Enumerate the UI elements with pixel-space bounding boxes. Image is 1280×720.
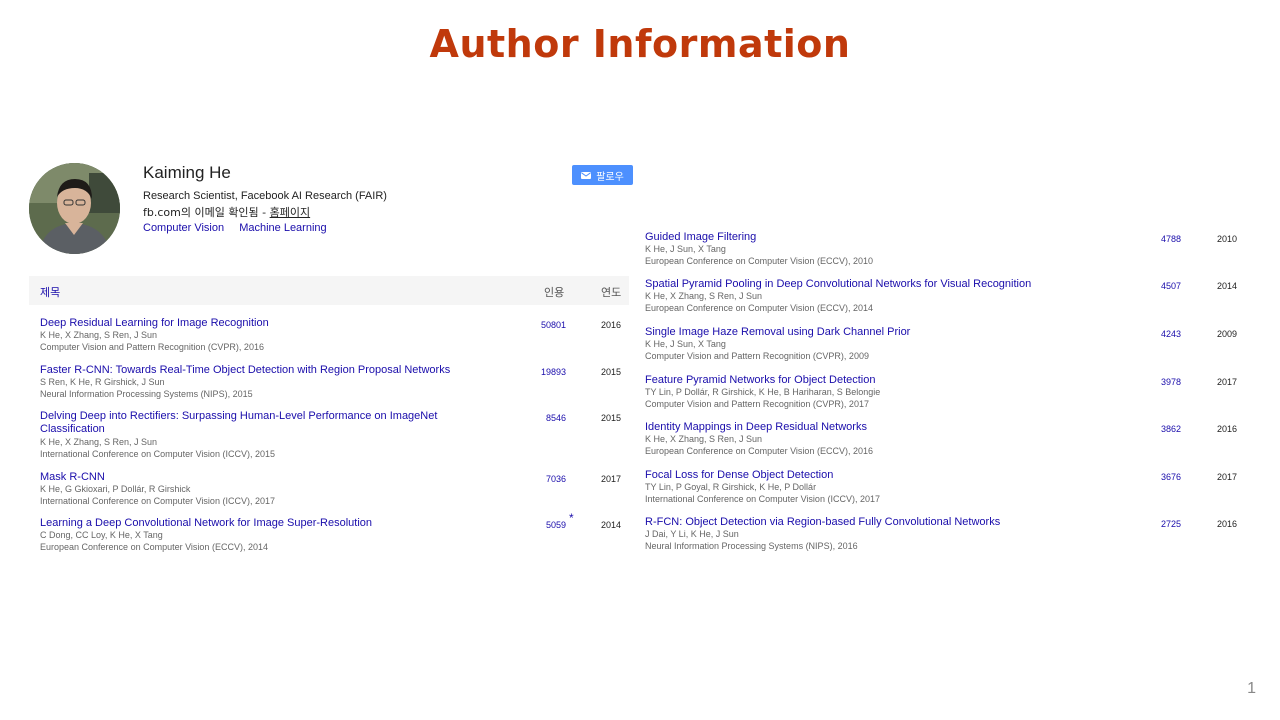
follow-button[interactable]: 팔로우 xyxy=(572,165,633,185)
publication-venue: European Conference on Computer Vision (… xyxy=(645,446,873,456)
publication-row: Learning a Deep Convolutional Network fo… xyxy=(40,511,622,557)
publication-title[interactable]: Mask R-CNN xyxy=(40,471,500,484)
interest-link-computer-vision[interactable]: Computer Vision xyxy=(143,222,224,234)
publication-row: Spatial Pyramid Pooling in Deep Convolut… xyxy=(645,278,1245,318)
publication-authors: J Dai, Y Li, K He, J Sun xyxy=(645,529,739,539)
publication-venue: European Conference on Computer Vision (… xyxy=(40,542,268,552)
slide-title: Author Information xyxy=(429,22,851,66)
publication-venue: European Conference on Computer Vision (… xyxy=(645,256,873,266)
publication-year: 2017 xyxy=(1217,472,1238,482)
publication-title[interactable]: Spatial Pyramid Pooling in Deep Convolut… xyxy=(645,278,1115,291)
publication-venue: Neural Information Processing Systems (N… xyxy=(645,541,858,551)
publication-cited-by[interactable]: 3862 xyxy=(1155,424,1181,434)
publication-authors: TY Lin, P Goyal, R Girshick, K He, P Dol… xyxy=(645,482,817,492)
publication-cited-by[interactable]: 7036 xyxy=(540,474,566,484)
author-photo-icon xyxy=(29,163,120,254)
column-header-cited-by[interactable]: 인용 xyxy=(544,284,564,300)
publication-authors: K He, X Zhang, S Ren, J Sun xyxy=(645,434,763,444)
publication-cited-by[interactable]: 4788 xyxy=(1155,234,1181,244)
publication-venue: International Conference on Computer Vis… xyxy=(40,496,275,506)
publication-year: 2017 xyxy=(1217,377,1238,387)
publication-title[interactable]: Identity Mappings in Deep Residual Netwo… xyxy=(645,421,1115,434)
publication-authors: K He, X Zhang, S Ren, J Sun xyxy=(40,330,158,340)
publication-authors: S Ren, K He, R Girshick, J Sun xyxy=(40,377,165,387)
publication-title[interactable]: R-FCN: Object Detection via Region-based… xyxy=(645,516,1115,529)
publication-title[interactable]: Focal Loss for Dense Object Detection xyxy=(645,469,1115,482)
publication-row: Focal Loss for Dense Object Detection TY… xyxy=(645,469,1245,509)
publication-row: Guided Image Filtering K He, J Sun, X Ta… xyxy=(645,231,1245,271)
publication-title[interactable]: Delving Deep into Rectifiers: Surpassing… xyxy=(40,410,480,436)
verified-email: fb.com의 이메일 확인됨 - 홈페이지 xyxy=(143,204,310,220)
publication-authors: K He, X Zhang, S Ren, J Sun xyxy=(645,291,763,301)
homepage-link[interactable]: 홈페이지 xyxy=(270,206,310,219)
publication-cited-by[interactable]: 5059 xyxy=(540,520,566,530)
publication-year: 2017 xyxy=(601,474,622,484)
publication-cited-by[interactable]: 50801 xyxy=(540,320,566,330)
publication-venue: European Conference on Computer Vision (… xyxy=(645,303,873,313)
publication-cited-by[interactable]: 3676 xyxy=(1155,472,1181,482)
publication-title[interactable]: Feature Pyramid Networks for Object Dete… xyxy=(645,374,1115,387)
merged-citations-star[interactable]: * xyxy=(569,511,574,525)
slide: Author Information Kaiming He Research S… xyxy=(0,0,1280,720)
publication-year: 2016 xyxy=(601,320,622,330)
publication-cited-by[interactable]: 3978 xyxy=(1155,377,1181,387)
publication-row: Faster R-CNN: Towards Real-Time Object D… xyxy=(40,364,622,404)
publication-cited-by[interactable]: 2725 xyxy=(1155,519,1181,529)
publication-venue: Computer Vision and Pattern Recognition … xyxy=(645,399,869,409)
publication-authors: C Dong, CC Loy, K He, X Tang xyxy=(40,530,163,540)
publication-title[interactable]: Guided Image Filtering xyxy=(645,231,1115,244)
publication-authors: K He, G Gkioxari, P Dollár, R Girshick xyxy=(40,484,191,494)
publication-year: 2016 xyxy=(1217,519,1238,529)
publication-year: 2015 xyxy=(601,413,622,423)
publication-authors: K He, J Sun, X Tang xyxy=(645,339,726,349)
publication-title[interactable]: Learning a Deep Convolutional Network fo… xyxy=(40,517,500,530)
publication-cited-by[interactable]: 8546 xyxy=(540,413,566,423)
publication-cited-by[interactable]: 4507 xyxy=(1155,281,1181,291)
publication-authors: TY Lin, P Dollár, R Girshick, K He, B Ha… xyxy=(645,387,881,397)
publication-venue: International Conference on Computer Vis… xyxy=(645,494,880,504)
publication-venue: Computer Vision and Pattern Recognition … xyxy=(40,342,264,352)
author-avatar xyxy=(29,163,120,254)
publication-row: Single Image Haze Removal using Dark Cha… xyxy=(645,326,1245,366)
publication-row: Mask R-CNN K He, G Gkioxari, P Dollár, R… xyxy=(40,471,622,511)
publication-venue: Neural Information Processing Systems (N… xyxy=(40,389,253,399)
publication-year: 2014 xyxy=(1217,281,1238,291)
page-number: 1 xyxy=(1247,680,1256,697)
publication-title[interactable]: Faster R-CNN: Towards Real-Time Object D… xyxy=(40,364,500,377)
publication-title[interactable]: Single Image Haze Removal using Dark Cha… xyxy=(645,326,1115,339)
author-affiliation: Research Scientist, Facebook AI Research… xyxy=(143,190,387,202)
publication-venue: Computer Vision and Pattern Recognition … xyxy=(645,351,869,361)
publication-row: Deep Residual Learning for Image Recogni… xyxy=(40,317,622,357)
column-header-year[interactable]: 연도 xyxy=(601,284,621,300)
publication-year: 2010 xyxy=(1217,234,1238,244)
publication-year: 2014 xyxy=(601,520,622,530)
publication-row: Delving Deep into Rectifiers: Surpassing… xyxy=(40,410,622,462)
publication-year: 2015 xyxy=(601,367,622,377)
publication-row: Identity Mappings in Deep Residual Netwo… xyxy=(645,421,1245,461)
publication-cited-by[interactable]: 4243 xyxy=(1155,329,1181,339)
publication-row: R-FCN: Object Detection via Region-based… xyxy=(645,516,1245,556)
research-interests: Computer Vision Machine Learning xyxy=(143,222,339,234)
publication-year: 2016 xyxy=(1217,424,1238,434)
mail-icon xyxy=(581,171,592,179)
interest-link-machine-learning[interactable]: Machine Learning xyxy=(239,222,326,234)
publication-authors: K He, J Sun, X Tang xyxy=(645,244,726,254)
column-header-title[interactable]: 제목 xyxy=(40,284,60,300)
publication-venue: International Conference on Computer Vis… xyxy=(40,449,275,459)
follow-label: 팔로우 xyxy=(596,171,624,183)
verified-email-text: fb.com의 이메일 확인됨 - xyxy=(143,206,270,219)
publications-table-header: 제목 인용 연도 xyxy=(29,276,629,305)
author-name: Kaiming He xyxy=(143,163,231,182)
publication-authors: K He, X Zhang, S Ren, J Sun xyxy=(40,437,158,447)
publication-year: 2009 xyxy=(1217,329,1238,339)
publication-row: Feature Pyramid Networks for Object Dete… xyxy=(645,374,1245,414)
publication-title[interactable]: Deep Residual Learning for Image Recogni… xyxy=(40,317,500,330)
publication-cited-by[interactable]: 19893 xyxy=(540,367,566,377)
